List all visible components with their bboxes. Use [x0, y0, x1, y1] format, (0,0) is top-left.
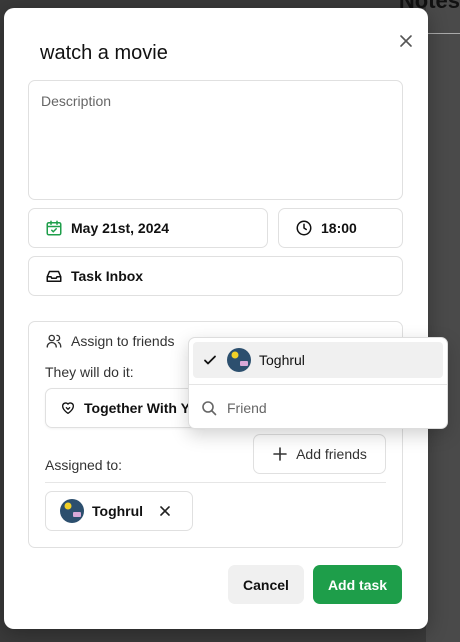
users-icon	[46, 334, 62, 348]
avatar	[227, 348, 251, 372]
assigned-to-label: Assigned to:	[45, 457, 123, 473]
time-picker-button[interactable]: 18:00	[278, 208, 403, 248]
date-value: May 21st, 2024	[71, 220, 170, 236]
friend-search-input[interactable]	[225, 399, 429, 417]
add-task-button[interactable]: Add task	[313, 565, 402, 604]
search-icon	[202, 401, 217, 416]
assign-header-label: Assign to friends	[71, 333, 175, 349]
friend-option-name: Toghrul	[259, 352, 305, 368]
task-title[interactable]: watch a movie	[40, 42, 168, 65]
assign-mode-select[interactable]: Together With Yo	[45, 388, 205, 428]
check-icon	[203, 353, 217, 367]
date-picker-button[interactable]: May 21st, 2024	[28, 208, 268, 248]
assignee-chip: Toghrul	[45, 491, 193, 531]
project-select[interactable]: Task Inbox	[28, 256, 403, 296]
plus-icon	[273, 447, 287, 461]
friend-dropdown: Toghrul	[188, 337, 448, 429]
add-friends-button[interactable]: Add friends	[253, 434, 386, 474]
description-field[interactable]: Description	[28, 80, 403, 200]
description-placeholder: Description	[41, 93, 112, 109]
avatar	[60, 499, 84, 523]
friend-option[interactable]: Toghrul	[193, 342, 443, 378]
task-modal: watch a movie Description May 21st, 2024…	[4, 8, 428, 629]
remove-assignee-button[interactable]	[157, 503, 173, 519]
background-panel	[426, 0, 460, 642]
add-friends-label: Add friends	[296, 446, 367, 462]
close-icon	[160, 506, 170, 516]
assign-divider	[45, 482, 386, 483]
clock-icon	[296, 220, 312, 236]
heart-icon	[62, 402, 74, 414]
close-icon	[400, 35, 412, 47]
inbox-icon	[46, 270, 62, 282]
close-button[interactable]	[396, 31, 416, 51]
they-will-label: They will do it:	[45, 364, 134, 380]
project-value: Task Inbox	[71, 268, 144, 284]
assign-mode-value: Together With Yo	[84, 400, 198, 416]
calendar-icon	[46, 220, 62, 236]
friend-search	[201, 394, 437, 422]
assign-header: Assign to friends	[45, 332, 175, 350]
cancel-button[interactable]: Cancel	[228, 565, 304, 604]
assignee-name: Toghrul	[92, 503, 144, 519]
time-value: 18:00	[321, 220, 357, 236]
dropdown-divider	[189, 384, 447, 385]
background-divider	[426, 33, 460, 34]
